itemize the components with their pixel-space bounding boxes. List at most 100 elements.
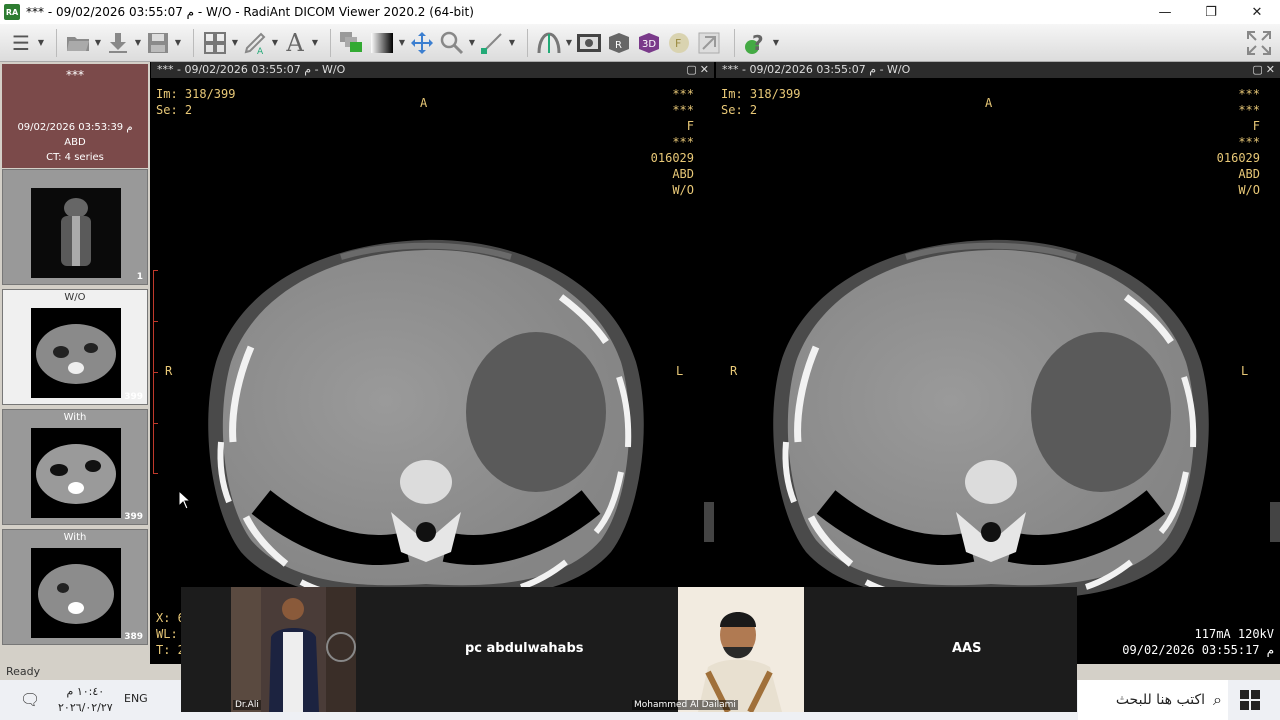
chevron-down-icon[interactable]: ▼	[36, 38, 46, 47]
ct-axial-image[interactable]	[191, 212, 661, 612]
series-thumbnail-3[interactable]: With 399	[2, 409, 148, 525]
chevron-down-icon[interactable]: ▼	[467, 38, 477, 47]
chevron-down-icon[interactable]: ▼	[270, 38, 280, 47]
scale-ruler	[153, 270, 158, 474]
participant-video	[231, 587, 356, 712]
svg-text:R: R	[615, 40, 622, 51]
close-icon[interactable]: ✕	[700, 63, 712, 76]
study-description: ABD	[64, 137, 86, 148]
toolbar-separator	[193, 28, 194, 57]
clock-time: ١٠:٤٠ م	[66, 685, 105, 698]
series-number: Se: 2	[156, 103, 193, 117]
chevron-down-icon[interactable]: ▼	[771, 38, 781, 47]
layout-grid-icon[interactable]	[200, 28, 230, 58]
mpr-icon[interactable]	[534, 28, 564, 58]
search-icon: ⌕	[1213, 690, 1222, 709]
taskbar-search[interactable]: اكتب هنا للبحث ⌕	[1078, 680, 1228, 720]
viewport-title: *** - 09/02/2026 03:55:07 م - W/O	[157, 63, 346, 76]
scout-thumbnail	[31, 188, 121, 278]
mouse-cursor-icon	[178, 490, 192, 510]
viewport-left[interactable]: *** - 09/02/2026 03:55:07 م - W/O ▢✕ Im:…	[151, 62, 714, 664]
info-line: W/O	[672, 183, 694, 197]
participant-name: Mohammed Al Dailami	[632, 700, 738, 710]
participant-tile-mohammed[interactable]: Mohammed Al Dailami	[632, 587, 804, 714]
svg-text:A: A	[257, 47, 264, 55]
info-line: F	[686, 119, 694, 133]
maximize-icon[interactable]: ▢	[686, 63, 699, 76]
info-line: ***	[1238, 135, 1260, 149]
chevron-down-icon[interactable]: ▼	[310, 38, 320, 47]
info-line: ***	[672, 103, 694, 117]
restore-button[interactable]: ❐	[1188, 0, 1234, 24]
info-line: 117mA 120kV	[1194, 627, 1274, 641]
taskbar-clock[interactable]: ١٠:٤٠ م ٢٠٢٦/٠٢/٢٧	[58, 684, 113, 716]
study-modality: CT: 4 series	[46, 152, 104, 163]
series-thumbnail-4[interactable]: With 389	[2, 529, 148, 645]
download-icon[interactable]	[103, 28, 133, 58]
axial-thumbnail	[31, 548, 121, 638]
series-stack-icon[interactable]	[337, 28, 367, 58]
chevron-down-icon[interactable]: ▼	[507, 38, 517, 47]
orientation-top: A	[985, 96, 993, 110]
chevron-down-icon[interactable]: ▼	[133, 38, 143, 47]
chevron-down-icon[interactable]: ▼	[230, 38, 240, 47]
title-bar: RA *** - 09/02/2026 03:55:07 م - W/O - R…	[0, 0, 1280, 24]
text-icon[interactable]: A	[280, 28, 310, 58]
participant-tile-dr-ali[interactable]: Dr.Ali	[231, 587, 356, 712]
study-info[interactable]: 09/02/2026 03:53:39 م ABD CT: 4 series	[2, 116, 148, 168]
fullscreen-icon[interactable]	[1244, 28, 1274, 58]
window-level-icon[interactable]	[367, 28, 397, 58]
series-thumbnail-2[interactable]: W/O 399	[2, 289, 148, 405]
viewport-scrollbar[interactable]	[1270, 502, 1280, 542]
zoom-icon[interactable]	[437, 28, 467, 58]
ct-axial-image[interactable]	[756, 212, 1226, 612]
series-count: 399	[124, 392, 143, 402]
orientation-left: R	[165, 364, 173, 378]
chevron-down-icon[interactable]: ▼	[397, 38, 407, 47]
tools-icon[interactable]	[694, 28, 724, 58]
participant-name-pc-abdulwahabs: pc abdulwahabs	[465, 641, 584, 656]
search-placeholder: اكتب هنا للبحث	[1115, 692, 1206, 708]
info-line: 016029	[1216, 151, 1260, 165]
annotation-pen-icon[interactable]: A	[240, 28, 270, 58]
axial-thumbnail	[31, 308, 121, 398]
toolbar-separator	[527, 28, 528, 57]
series-thumbnail-1[interactable]: 1	[2, 169, 148, 285]
maximize-icon[interactable]: ▢	[1252, 63, 1265, 76]
series-label: W/O	[64, 292, 86, 303]
viewport-scrollbar[interactable]	[704, 502, 714, 542]
bottom-right-info: 117mA 120kV 09/02/2026 03:55:17 م	[1122, 626, 1274, 658]
3d-icon[interactable]: 3D	[634, 28, 664, 58]
language-indicator[interactable]: ENG	[124, 692, 148, 705]
close-icon[interactable]: ✕	[1266, 63, 1278, 76]
series-panel: *** 09/02/2026 03:53:39 م ABD CT: 4 seri…	[0, 62, 150, 664]
minimize-button[interactable]: —	[1142, 0, 1188, 24]
viewport-header: *** - 09/02/2026 03:55:07 م - W/O ▢✕	[716, 62, 1280, 78]
chevron-down-icon[interactable]: ▼	[564, 38, 574, 47]
screenshot-icon[interactable]	[574, 28, 604, 58]
toolbar-separator	[330, 28, 331, 57]
notification-icon[interactable]: 🗨	[20, 690, 44, 710]
pan-icon[interactable]	[407, 28, 437, 58]
mpr-r-icon[interactable]: R	[604, 28, 634, 58]
chevron-down-icon[interactable]: ▼	[173, 38, 183, 47]
info-line: ***	[672, 135, 694, 149]
save-icon[interactable]	[143, 28, 173, 58]
windows-start-icon[interactable]	[1240, 690, 1260, 710]
viewport-right[interactable]: *** - 09/02/2026 03:55:07 م - W/O ▢✕ Im:…	[716, 62, 1280, 664]
radiant-app-icon: RA	[4, 4, 20, 20]
info-line: 09/02/2026 03:55:17 م	[1122, 643, 1274, 657]
menu-icon[interactable]: ☰	[6, 28, 36, 58]
chevron-down-icon[interactable]: ▼	[93, 38, 103, 47]
study-patient[interactable]: ***	[2, 64, 148, 116]
fusion-icon[interactable]: F	[664, 28, 694, 58]
svg-text:?: ?	[752, 31, 764, 55]
close-button[interactable]: ✕	[1234, 0, 1280, 24]
orientation-right: L	[1241, 364, 1249, 378]
series-count: 1	[136, 272, 143, 282]
open-folder-icon[interactable]	[63, 28, 93, 58]
orientation-right: L	[676, 364, 684, 378]
status-text: Ready	[6, 665, 41, 678]
help-icon[interactable]: ?	[741, 28, 771, 58]
measure-icon[interactable]	[477, 28, 507, 58]
